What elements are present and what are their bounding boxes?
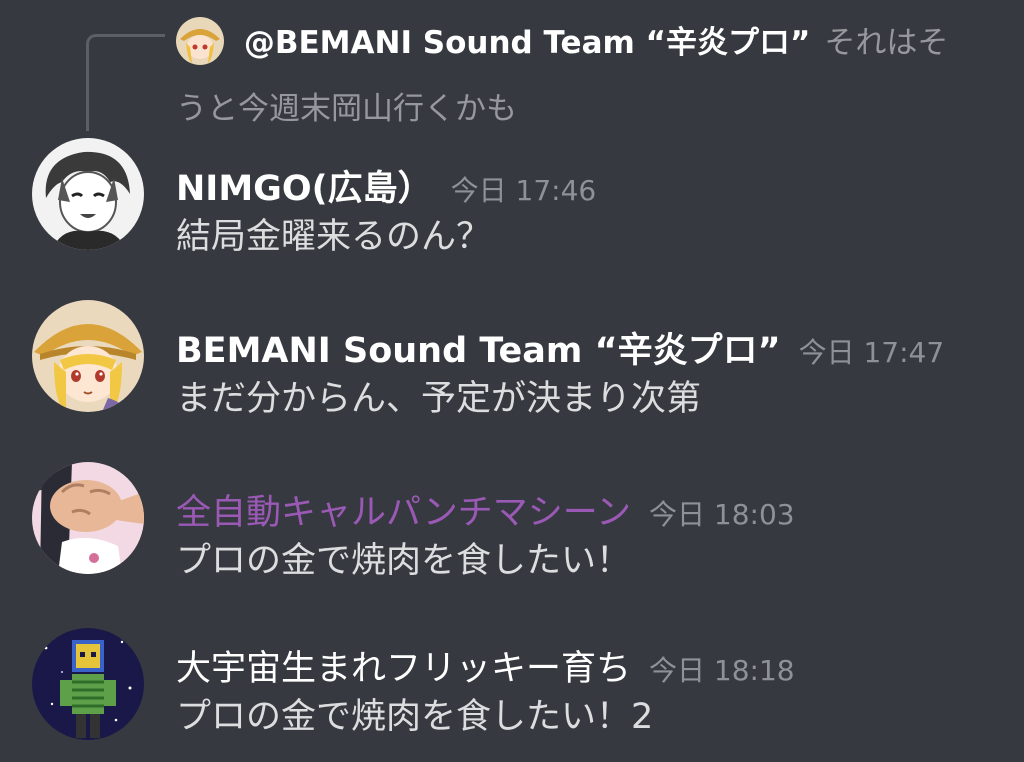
message-author-name[interactable]: 全自動キャルパンチマシーン	[176, 493, 631, 533]
message-header: BEMANI Sound Team “辛炎プロ” 今日 17:47	[176, 322, 944, 373]
reply-text-line1: それはそ	[824, 25, 949, 61]
message-content: 結局金曜来るのん？	[176, 217, 492, 257]
reply-text-line2: うと今週末岡山行くかも	[176, 91, 517, 127]
chat-message-list: @BEMANI Sound Team “辛炎プロ” それはそ うと今週末岡山行くか…	[0, 0, 1024, 762]
reply-author-name[interactable]: @BEMANI Sound Team “辛炎プロ”	[244, 25, 810, 61]
message-item: NIMGO(広島） 今日 17:46 結局金曜来るのん？	[0, 138, 1024, 280]
fist-punch-avatar-icon[interactable]	[32, 462, 144, 574]
message-timestamp: 今日 17:47	[798, 336, 945, 369]
anime-girl-hat-avatar-icon[interactable]	[32, 300, 144, 412]
space-robot-avatar-icon[interactable]	[32, 628, 144, 740]
message-header: 全自動キャルパンチマシーン 今日 18:03	[176, 484, 795, 535]
message-item: 大宇宙生まれフリッキー育ち 今日 18:18 プロの金で焼肉を食したい！2	[0, 628, 1024, 760]
reply-avatar-icon[interactable]	[176, 17, 224, 65]
message-timestamp: 今日 17:46	[450, 174, 597, 207]
message-item: BEMANI Sound Team “辛炎プロ” 今日 17:47 まだ分からん、…	[0, 300, 1024, 442]
message-content: まだ分からん、予定が決まり次第	[176, 379, 702, 419]
message-header: NIMGO(広島） 今日 17:46	[176, 160, 596, 211]
message-author-name[interactable]: NIMGO(広島）	[176, 169, 433, 209]
message-timestamp: 今日 18:03	[649, 498, 795, 531]
message-header: 大宇宙生まれフリッキー育ち 今日 18:18	[176, 640, 795, 691]
message-author-name[interactable]: BEMANI Sound Team “辛炎プロ”	[176, 331, 781, 371]
monochrome-anime-avatar-icon[interactable]	[32, 138, 144, 250]
reply-reference[interactable]: @BEMANI Sound Team “辛炎プロ” それはそ うと今週末岡山行くか…	[176, 10, 996, 142]
message-content: プロの金で焼肉を食したい！	[176, 541, 632, 581]
message-author-name[interactable]: 大宇宙生まれフリッキー育ち	[176, 649, 631, 689]
reply-connector-line	[86, 34, 165, 131]
message-timestamp: 今日 18:18	[649, 654, 795, 687]
message-item: 全自動キャルパンチマシーン 今日 18:03 プロの金で焼肉を食したい！	[0, 462, 1024, 604]
message-content: プロの金で焼肉を食したい！2	[176, 697, 654, 737]
